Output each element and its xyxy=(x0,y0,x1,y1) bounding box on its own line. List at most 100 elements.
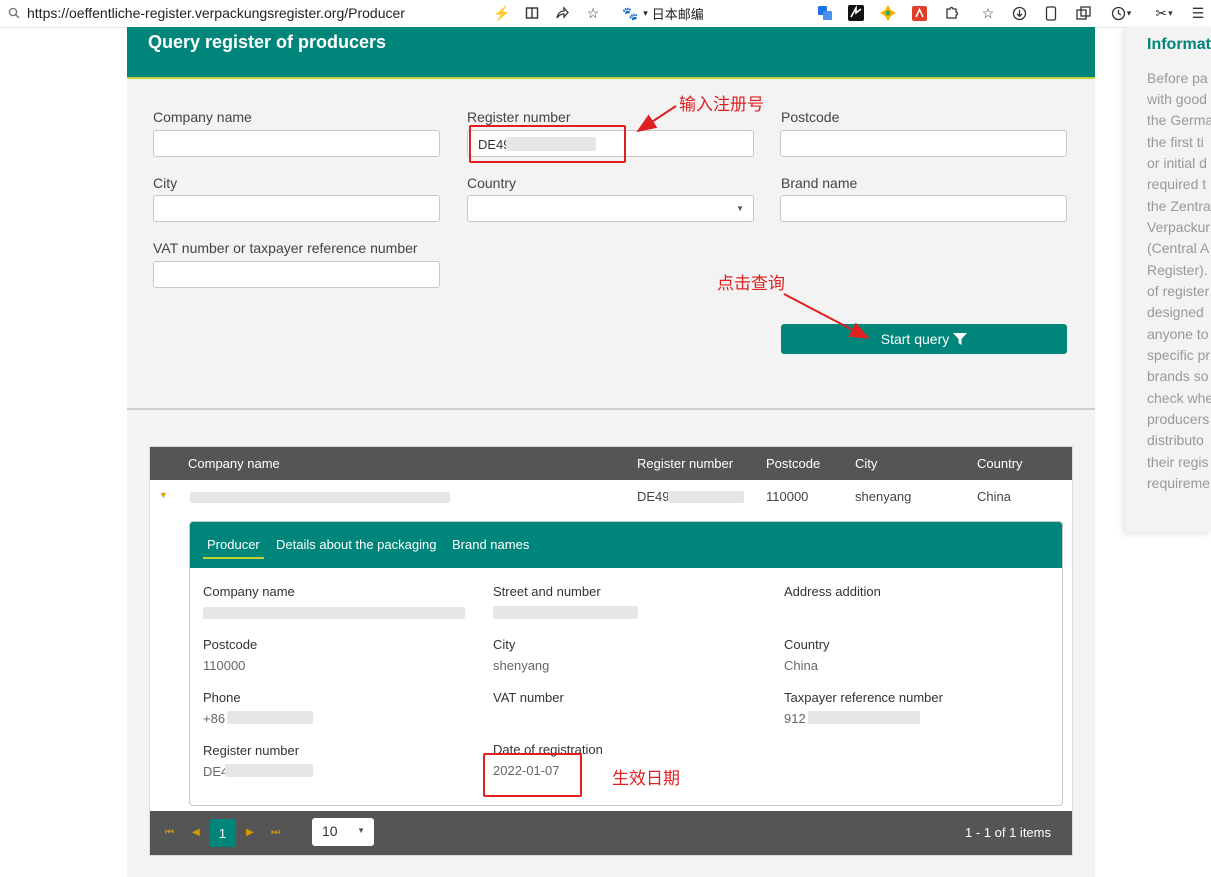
lightning-icon[interactable]: ⚡ xyxy=(492,3,512,23)
page-title: Query register of producers xyxy=(148,32,387,52)
menu-icon[interactable]: ☰ xyxy=(1188,3,1208,23)
pager-info: 1 - 1 of 1 items xyxy=(965,825,1051,840)
annotation-register-box xyxy=(469,125,626,163)
detail-city-label: City xyxy=(493,637,516,652)
section-divider xyxy=(127,408,1095,410)
page-header: Query register of producers xyxy=(127,27,1095,79)
search-icon xyxy=(8,6,20,22)
download-icon[interactable] xyxy=(1009,3,1029,23)
tab-producer[interactable]: Producer xyxy=(203,537,264,559)
chevron-down-icon: ▼ xyxy=(357,826,365,835)
info-line: anyone to xyxy=(1147,326,1209,342)
postcode-label: Postcode xyxy=(781,109,840,125)
translate-icon[interactable] xyxy=(815,3,835,23)
grid-pager: ⏮ ◀ 1 ▶ ⏭ 10 ▼ 1 - 1 of 1 items xyxy=(150,811,1072,855)
results-grid: Company name Register number Postcode Ci… xyxy=(149,446,1073,856)
row-country: China xyxy=(977,489,1011,504)
first-page-icon[interactable]: ⏮ xyxy=(165,827,174,838)
info-line: Register). xyxy=(1147,262,1208,278)
detail-tabstrip: Producer Details about the packaging Bra… xyxy=(190,522,1062,568)
annotation-effective-date: 生效日期 xyxy=(612,769,680,788)
postcode-input[interactable] xyxy=(780,130,1067,157)
info-line: Before pa xyxy=(1147,70,1208,86)
annotation-date-box xyxy=(483,753,582,797)
info-line: specific pr xyxy=(1147,347,1211,363)
info-line: the Zentra xyxy=(1147,198,1211,214)
history-icon[interactable]: ▾ xyxy=(1107,3,1135,23)
next-page-icon[interactable]: ▶ xyxy=(246,827,254,838)
tab-brand-names[interactable]: Brand names xyxy=(452,537,529,552)
detail-taxpayer-label: Taxpayer reference number xyxy=(784,690,943,705)
city-input[interactable] xyxy=(153,195,440,222)
info-line: Verpackur xyxy=(1147,219,1211,235)
chevron-down-icon: ▾ xyxy=(643,8,648,18)
info-line: distributo xyxy=(1147,432,1204,448)
previous-page-icon[interactable]: ◀ xyxy=(192,827,200,838)
country-label: Country xyxy=(467,175,517,191)
redacted-text xyxy=(668,491,744,503)
column-header-country[interactable]: Country xyxy=(977,456,1023,471)
info-line: producers xyxy=(1147,411,1210,427)
country-select[interactable]: ▼ xyxy=(467,195,754,222)
detail-street-label: Street and number xyxy=(493,584,601,599)
baidu-label: 日本邮编 xyxy=(651,7,704,22)
info-line: requireme xyxy=(1147,475,1211,491)
info-line: designed xyxy=(1147,304,1204,320)
detail-city-value: shenyang xyxy=(493,658,550,673)
detail-register-label: Register number xyxy=(203,743,300,758)
city-label: City xyxy=(153,175,178,191)
info-line: check whe xyxy=(1147,390,1211,406)
baidu-search-engine[interactable]: 🐾 ▾ 日本邮编 xyxy=(622,4,704,23)
redacted-phone xyxy=(227,711,313,724)
scissors-icon[interactable]: ✂ ▾ xyxy=(1150,3,1178,23)
reader-view-icon[interactable] xyxy=(522,3,542,23)
current-page-button[interactable]: 1 xyxy=(209,819,236,847)
row-city: shenyang xyxy=(855,489,912,504)
pdf-extension-icon[interactable] xyxy=(909,3,929,23)
column-header-register[interactable]: Register number xyxy=(637,456,733,471)
extension-zap-icon[interactable] xyxy=(846,3,866,23)
detail-taxpayer-value: 912 xyxy=(784,711,806,726)
company-name-input[interactable] xyxy=(153,130,440,157)
share-icon[interactable] xyxy=(552,3,572,23)
detail-country-label: Country xyxy=(784,637,830,652)
detail-vat-label: VAT number xyxy=(493,690,564,705)
phone-icon[interactable] xyxy=(1041,3,1061,23)
annotation-click-query: 点击查询 xyxy=(717,274,785,293)
filter-icon xyxy=(953,333,968,345)
redacted-company-name xyxy=(190,492,450,503)
start-query-button[interactable]: Start query xyxy=(781,324,1067,354)
row-expand-icon[interactable]: ▼ xyxy=(159,490,168,500)
annotation-enter-register: 输入注册号 xyxy=(679,95,764,114)
redacted-taxpayer-number xyxy=(808,711,920,724)
info-title: Informat xyxy=(1147,36,1211,53)
extension-diamond-icon[interactable] xyxy=(878,3,898,23)
row-register-number: DE49 xyxy=(637,489,670,504)
info-line: (Central A xyxy=(1147,240,1210,256)
information-sidebar: Informat Before pa with good the Germa t… xyxy=(1125,27,1211,532)
grid-header: Company name Register number Postcode Ci… xyxy=(150,447,1072,480)
redacted-register-number xyxy=(225,764,313,777)
favorite-star-icon[interactable]: ☆ xyxy=(978,3,998,23)
baidu-paw-icon: 🐾 xyxy=(622,5,639,21)
last-page-icon[interactable]: ⏭ xyxy=(271,827,280,838)
detail-phone-label: Phone xyxy=(203,690,241,705)
browser-toolbar: https://oeffentliche-register.verpackung… xyxy=(0,0,1211,28)
register-number-label: Register number xyxy=(467,109,571,125)
info-line: their regis xyxy=(1147,454,1209,470)
brand-name-input[interactable] xyxy=(780,195,1067,222)
column-header-company[interactable]: Company name xyxy=(188,456,280,471)
info-line: or initial d xyxy=(1147,155,1207,171)
collections-icon[interactable] xyxy=(1073,3,1093,23)
column-header-city[interactable]: City xyxy=(855,456,877,471)
info-line: with good xyxy=(1147,91,1207,107)
vat-input[interactable] xyxy=(153,261,440,288)
bookmark-star-icon[interactable]: ☆ xyxy=(583,3,603,23)
detail-address-addition-label: Address addition xyxy=(784,584,881,599)
page-size-select[interactable]: 10 ▼ xyxy=(312,818,374,846)
puzzle-icon[interactable] xyxy=(941,3,961,23)
tab-packaging-details[interactable]: Details about the packaging xyxy=(276,537,436,552)
column-header-postcode[interactable]: Postcode xyxy=(766,456,820,471)
url-bar[interactable]: https://oeffentliche-register.verpackung… xyxy=(27,5,405,21)
vat-label: VAT number or taxpayer reference number xyxy=(153,240,418,256)
